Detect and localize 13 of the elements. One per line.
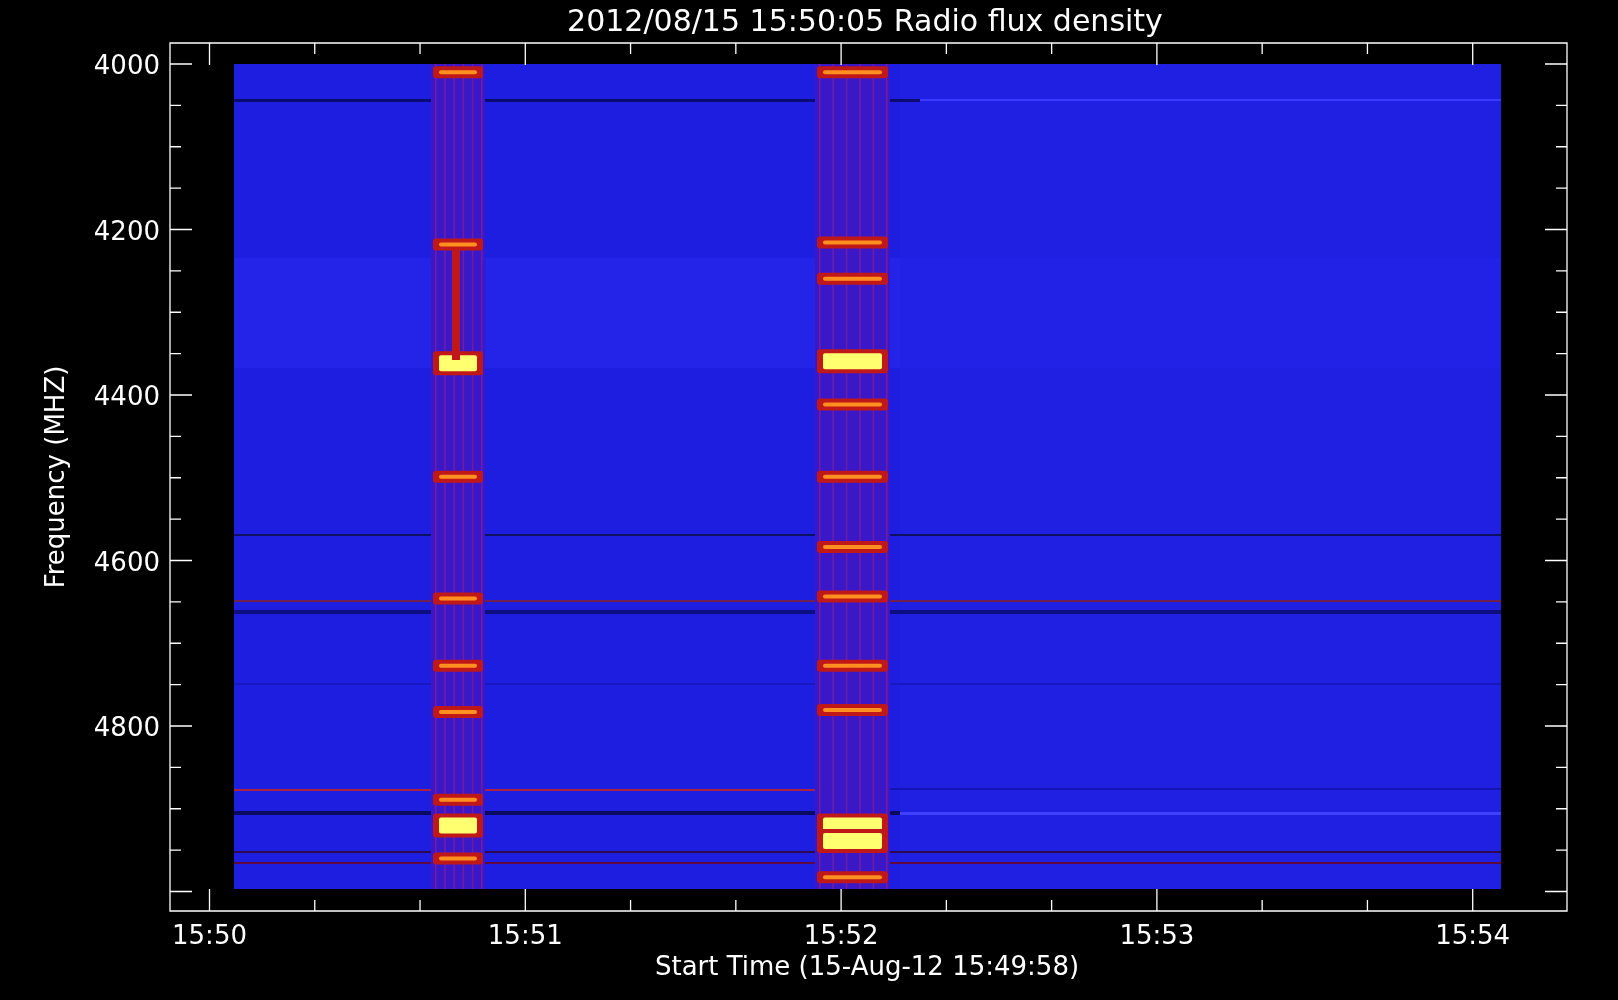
tick-label: 4400 [93,381,160,411]
tick-label: 15:54 [1435,920,1511,950]
tick-label: 15:52 [803,920,879,950]
chart-title: 2012/08/15 15:50:05 Radio flux density [567,3,1163,38]
tick-label: 4800 [93,712,160,742]
tick-label: 4200 [93,215,160,246]
tick-label: 4600 [93,546,160,577]
tick-label: 4000 [93,50,160,80]
tick-label: 15:50 [172,920,247,950]
axis-label: Start Time (15-Aug-12 15:49:58) [654,951,1080,981]
tick-label: 15:51 [487,920,563,950]
axis-label: Frequency (MHZ) [40,365,70,589]
tick-label: 15:53 [1119,920,1195,950]
